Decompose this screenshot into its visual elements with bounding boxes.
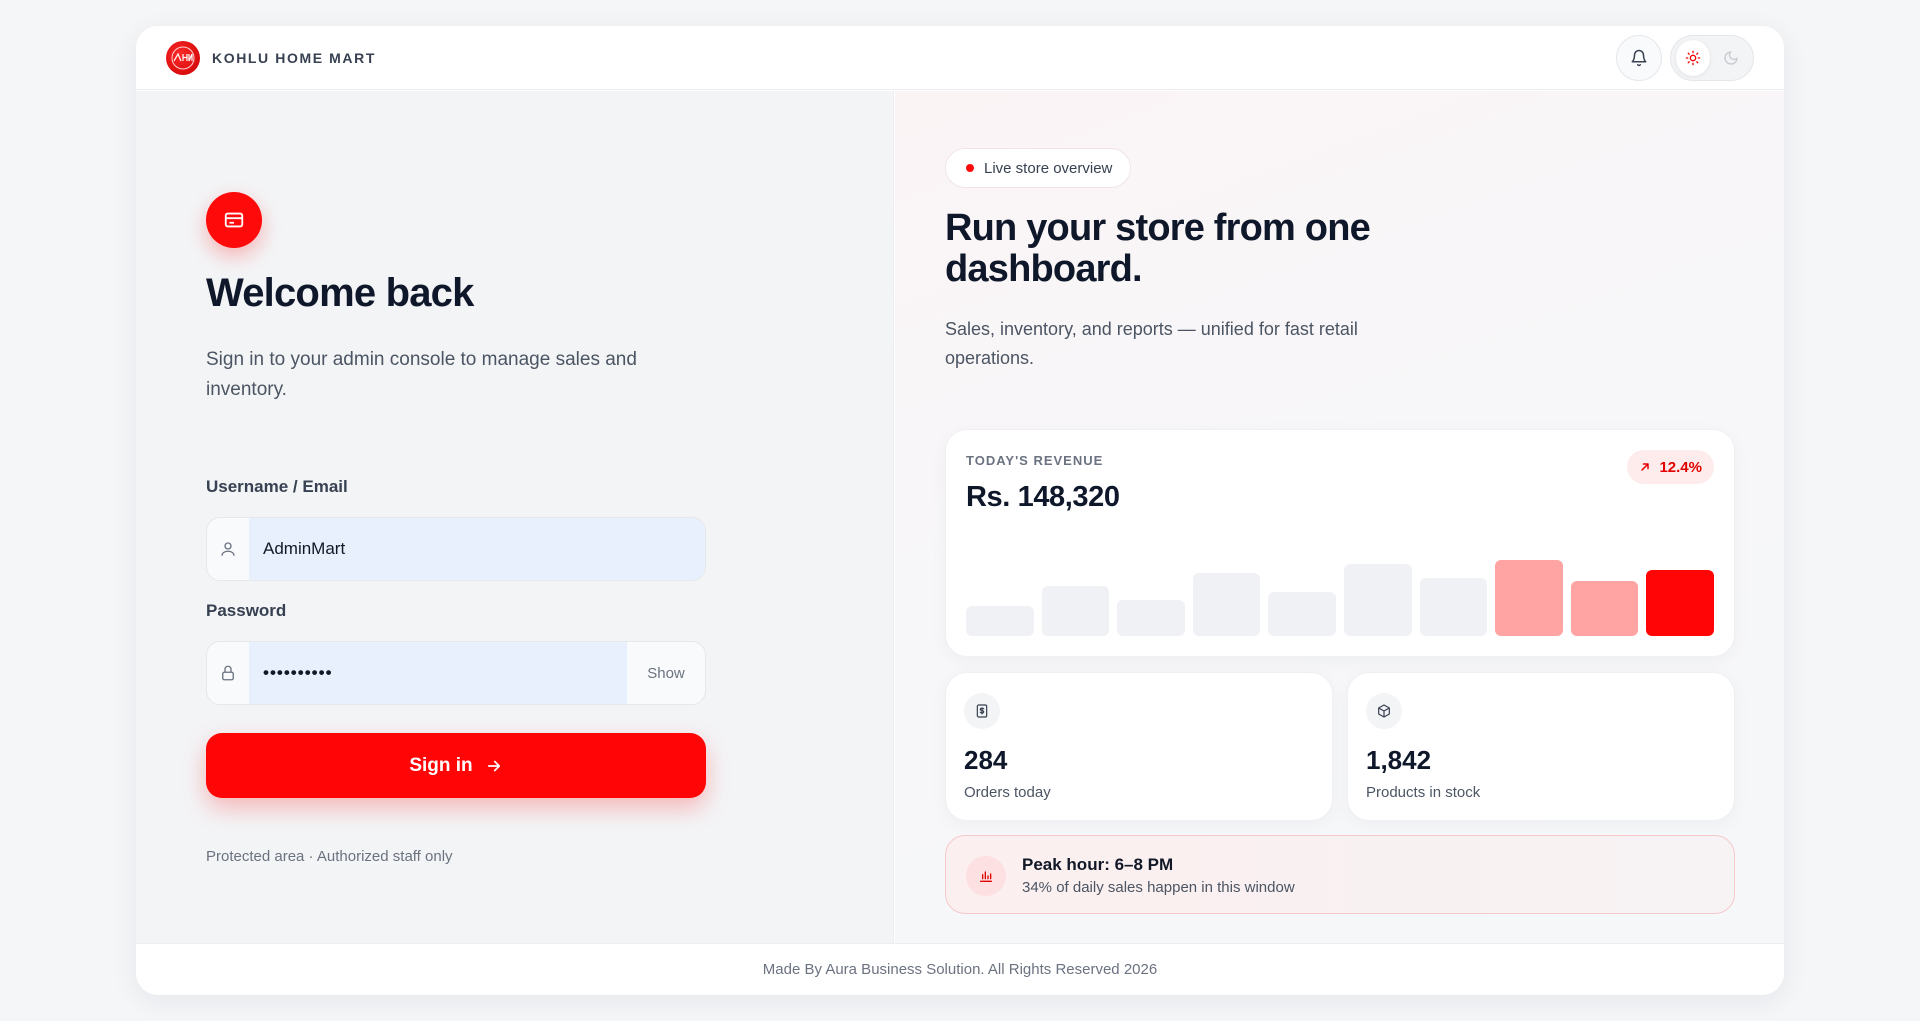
lock-icon-wrap: [207, 642, 249, 704]
revenue-card: TODAY'S REVENUE Rs. 148,320 12.4%: [945, 429, 1735, 657]
revenue-bar: [1117, 600, 1185, 636]
peak-hour-title: Peak hour: 6–8 PM: [1022, 855, 1174, 874]
products-label: Products in stock: [1366, 784, 1481, 801]
user-icon-wrap: [207, 518, 249, 580]
username-label: Username / Email: [206, 477, 348, 496]
bar-chart-icon-wrap: [966, 856, 1006, 896]
page-title: Welcome back: [206, 271, 474, 315]
theme-toggle[interactable]: [1670, 34, 1754, 81]
overview-headline: Run your store from one dashboard.: [945, 207, 1371, 290]
orders-value: 284: [964, 745, 1008, 775]
revenue-bar: [966, 606, 1034, 636]
live-dot-icon: [966, 164, 974, 172]
brand-name: KOHLU HOME MART: [212, 49, 376, 66]
login-badge: [206, 192, 262, 248]
revenue-bar: [1343, 564, 1412, 636]
revenue-bar: [1646, 570, 1714, 636]
top-bar: KOHLU HOME MART: [136, 26, 1784, 90]
bell-icon: [1631, 49, 1647, 66]
password-field[interactable]: •••••••••• Show: [206, 641, 706, 705]
products-value: 1,842: [1366, 745, 1432, 775]
username-field[interactable]: AdminMart: [206, 517, 706, 581]
orders-label: Orders today: [964, 784, 1051, 801]
sign-in-button[interactable]: Sign in: [206, 733, 706, 798]
revenue-value: Rs. 148,320: [966, 481, 1120, 513]
revenue-label: TODAY'S REVENUE: [966, 453, 1104, 468]
top-actions: [1616, 34, 1754, 81]
footer-text: Made By Aura Business Solution. All Righ…: [762, 961, 1158, 978]
revenue-bar: [1419, 578, 1488, 636]
box-icon-wrap: [1366, 693, 1402, 729]
overview-panel: Live store overview Run your store from …: [895, 91, 1784, 943]
trend-up-icon: [1641, 463, 1650, 471]
logo-mark-icon: [171, 46, 195, 69]
app-window: KOHLU HOME MART Welcome back Sign in to …: [136, 26, 1784, 995]
revenue-bar: [1041, 586, 1110, 636]
receipt-icon: [976, 704, 988, 718]
user-icon: [221, 542, 235, 556]
protected-note: Protected area · Authorized staff only: [206, 848, 453, 865]
peak-hour-card: Peak hour: 6–8 PM 34% of daily sales hap…: [945, 835, 1735, 914]
password-label: Password: [206, 601, 287, 620]
moon-icon: [1724, 50, 1738, 65]
orders-card: 284 Orders today: [945, 672, 1333, 821]
products-card: 1,842 Products in stock: [1347, 672, 1735, 821]
revenue-bar-chart: [966, 536, 1714, 636]
receipt-icon-wrap: [964, 693, 1000, 729]
revenue-bar: [1268, 592, 1336, 636]
username-input[interactable]: AdminMart: [249, 518, 705, 580]
notifications-button[interactable]: [1616, 34, 1662, 81]
password-input[interactable]: ••••••••••: [249, 642, 627, 704]
brand-logo[interactable]: [166, 40, 200, 75]
live-overview-label: Live store overview: [984, 159, 1113, 177]
theme-light-option[interactable]: [1676, 39, 1710, 76]
revenue-trend-badge: 12.4%: [1627, 450, 1714, 484]
arrow-right-icon: [487, 760, 500, 771]
sun-icon: [1685, 50, 1701, 65]
box-icon: [1378, 704, 1390, 718]
revenue-trend-value: 12.4%: [1659, 458, 1702, 476]
show-password-button[interactable]: Show: [627, 642, 705, 704]
live-overview-pill: Live store overview: [945, 148, 1132, 188]
page-subtitle: Sign in to your admin console to manage …: [206, 349, 637, 400]
overview-subtitle: Sales, inventory, and reports — unified …: [945, 319, 1358, 368]
credit-card-icon: [224, 212, 244, 228]
revenue-bar: [1495, 560, 1563, 636]
peak-hour-subtitle: 34% of daily sales happen in this window: [1022, 879, 1295, 896]
login-panel: Welcome back Sign in to your admin conso…: [136, 91, 894, 943]
bar-chart-icon: [980, 871, 992, 882]
revenue-bar: [1192, 573, 1261, 636]
theme-dark-option[interactable]: [1714, 40, 1748, 76]
revenue-bar: [1570, 581, 1639, 636]
lock-icon: [222, 665, 234, 681]
sign-in-label: Sign in: [409, 754, 473, 776]
footer: Made By Aura Business Solution. All Righ…: [136, 943, 1784, 995]
